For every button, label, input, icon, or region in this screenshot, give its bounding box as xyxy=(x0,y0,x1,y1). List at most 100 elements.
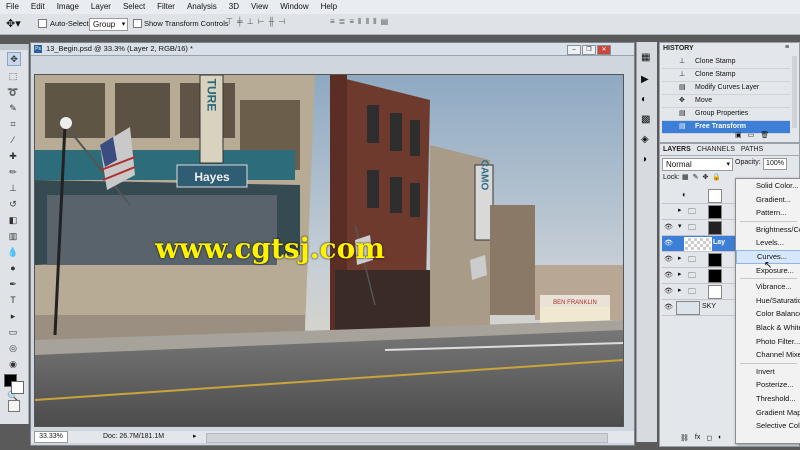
healing-brush-tool-icon[interactable]: ✚ xyxy=(7,150,19,162)
align-right-icon[interactable]: ⊣ xyxy=(278,17,285,30)
collapse-arrow-icon[interactable]: ▾ xyxy=(678,222,682,230)
visibility-eye-icon[interactable]: 👁 xyxy=(664,255,673,263)
new-document-from-state-icon[interactable]: ▣ xyxy=(735,131,742,139)
menu-item-color-balance[interactable]: Color Balance... xyxy=(736,307,800,321)
menu-filter[interactable]: Filter xyxy=(151,0,181,14)
history-panel-icon[interactable]: ▦ xyxy=(641,52,650,63)
layer-thumbnail[interactable] xyxy=(684,237,712,251)
distribute-bottom-icon[interactable]: ≡ xyxy=(349,17,354,30)
history-item-selected[interactable]: ▤ Free Transform xyxy=(662,121,790,134)
distribute-left-icon[interactable]: ⦀ xyxy=(358,17,362,30)
menu-item-threshold[interactable]: Threshold... xyxy=(736,392,800,406)
shape-tool-icon[interactable]: ▭ xyxy=(7,326,19,338)
minimize-icon[interactable]: – xyxy=(567,45,581,55)
show-transform-checkbox[interactable] xyxy=(133,19,142,29)
menu-edit[interactable]: Edit xyxy=(25,0,51,14)
align-top-icon[interactable]: ⊤ xyxy=(226,17,233,30)
blend-mode-dropdown[interactable]: Normal xyxy=(662,158,733,171)
link-layers-icon[interactable]: ⛓ xyxy=(680,434,689,442)
lasso-tool-icon[interactable]: ➰ xyxy=(7,86,19,98)
lock-image-icon[interactable]: ✎ xyxy=(693,173,699,181)
layer-thumbnail[interactable] xyxy=(676,301,700,315)
history-brush-tool-icon[interactable]: ↺ xyxy=(7,198,19,210)
layer-row[interactable]: 👁 ▾ 🗀 xyxy=(662,220,737,236)
menu-item-pattern[interactable]: Pattern... xyxy=(736,206,800,220)
panel-menu-icon[interactable]: ≡ xyxy=(785,44,789,51)
distribute-vcenter-icon[interactable]: ≣ xyxy=(339,17,346,30)
expand-arrow-icon[interactable]: ▸ xyxy=(678,254,682,262)
color-panel-icon[interactable]: ◐ xyxy=(641,94,647,105)
layer-mask-thumbnail[interactable] xyxy=(708,205,722,219)
menu-file[interactable]: File xyxy=(0,0,25,14)
pen-tool-icon[interactable]: ✒ xyxy=(7,278,19,290)
menu-item-brightness-contrast[interactable]: Brightness/Contrast... xyxy=(736,223,800,237)
layer-mask-thumbnail[interactable] xyxy=(708,269,722,283)
clone-stamp-tool-icon[interactable]: ⊥ xyxy=(7,182,19,194)
visibility-eye-icon[interactable]: 👁 xyxy=(664,223,673,231)
3d-rotate-tool-icon[interactable]: ◎ xyxy=(7,342,19,354)
menu-window[interactable]: Window xyxy=(274,0,314,14)
background-color-swatch[interactable] xyxy=(11,381,24,394)
menu-view[interactable]: View xyxy=(245,0,274,14)
move-tool-preset-icon[interactable]: ✥▾ xyxy=(6,17,21,30)
eyedropper-tool-icon[interactable]: ⁄ xyxy=(7,134,19,146)
distribute-hcenter-icon[interactable]: ⦀ xyxy=(366,17,370,30)
align-bottom-icon[interactable]: ⊥ xyxy=(247,17,254,30)
history-tab[interactable]: HISTORY xyxy=(663,45,694,52)
tab-paths[interactable]: PATHS xyxy=(741,146,763,153)
align-vcenter-icon[interactable]: ╪ xyxy=(237,17,243,30)
layer-row[interactable]: 👁 ▸ 🗀 xyxy=(662,252,737,268)
align-left-icon[interactable]: ⊢ xyxy=(258,17,265,30)
horizontal-scrollbar[interactable] xyxy=(206,433,608,443)
visibility-eye-icon[interactable]: 👁 xyxy=(664,287,673,295)
swatches-panel-icon[interactable]: ▩ xyxy=(641,114,650,125)
menu-item-posterize[interactable]: Posterize... xyxy=(736,378,800,392)
restore-icon[interactable]: ❐ xyxy=(582,45,596,55)
lock-position-icon[interactable]: ✥ xyxy=(703,173,709,181)
zoom-level[interactable]: 33.33% xyxy=(34,431,68,443)
auto-select-checkbox[interactable] xyxy=(38,19,47,29)
menu-item-gradient-map[interactable]: Gradient Map... xyxy=(736,406,800,420)
menu-item-black-white[interactable]: Black & White... xyxy=(736,321,800,335)
eraser-tool-icon[interactable]: ◧ xyxy=(7,214,19,226)
menu-image[interactable]: Image xyxy=(51,0,85,14)
layer-row-selected[interactable]: 👁 Lay xyxy=(662,236,737,252)
expand-arrow-icon[interactable]: ▸ xyxy=(678,206,682,214)
align-hcenter-icon[interactable]: ╫ xyxy=(269,17,275,30)
expand-arrow-icon[interactable]: ▸ xyxy=(678,286,682,294)
actions-panel-icon[interactable]: ▶ xyxy=(641,74,649,85)
quick-select-tool-icon[interactable]: ✎ xyxy=(7,102,19,114)
history-item[interactable]: ⊥ Clone Stamp xyxy=(662,56,790,69)
history-scrollbar[interactable] xyxy=(792,56,797,128)
menu-item-invert[interactable]: Invert xyxy=(736,365,800,379)
menu-help[interactable]: Help xyxy=(315,0,343,14)
expand-arrow-icon[interactable]: ▸ xyxy=(678,270,682,278)
menu-item-solid-color[interactable]: Solid Color... xyxy=(736,179,800,193)
layer-row[interactable]: 👁 SKY xyxy=(662,300,737,316)
toolbox-grip[interactable] xyxy=(0,44,28,50)
lock-transparent-icon[interactable]: ▦ xyxy=(682,173,689,181)
auto-align-icon[interactable]: ▤ xyxy=(381,17,389,30)
visibility-eye-icon[interactable]: 👁 xyxy=(664,239,673,247)
marquee-tool-icon[interactable]: ⬚ xyxy=(7,70,19,82)
move-tool-icon[interactable]: ✥ xyxy=(7,52,21,66)
add-mask-icon[interactable]: ◻ xyxy=(706,434,712,442)
menu-item-hue-saturation[interactable]: Hue/Saturation... xyxy=(736,294,800,308)
layer-mask-thumbnail[interactable] xyxy=(708,189,722,203)
history-item[interactable]: ⊥ Clone Stamp xyxy=(662,69,790,82)
blur-tool-icon[interactable]: 💧 xyxy=(7,246,19,258)
menu-layer[interactable]: Layer xyxy=(85,0,117,14)
close-icon[interactable]: ✕ xyxy=(597,45,611,55)
opacity-input[interactable]: 100% xyxy=(763,158,787,170)
visibility-eye-icon[interactable]: 👁 xyxy=(664,303,673,311)
quick-mask-icon[interactable] xyxy=(8,400,20,412)
new-adjustment-icon[interactable]: ◐ xyxy=(718,434,722,442)
layer-row[interactable]: ◐ xyxy=(662,188,737,204)
menu-item-gradient[interactable]: Gradient... xyxy=(736,193,800,207)
menu-item-channel-mixer[interactable]: Channel Mixer... xyxy=(736,348,800,362)
distribute-top-icon[interactable]: ≡ xyxy=(330,17,335,30)
fx-icon[interactable]: fx xyxy=(695,434,700,442)
auto-select-dropdown[interactable]: Group xyxy=(89,18,129,31)
layer-row[interactable]: 👁 ▸ 🗀 xyxy=(662,284,737,300)
layer-mask-thumbnail[interactable] xyxy=(708,285,722,299)
